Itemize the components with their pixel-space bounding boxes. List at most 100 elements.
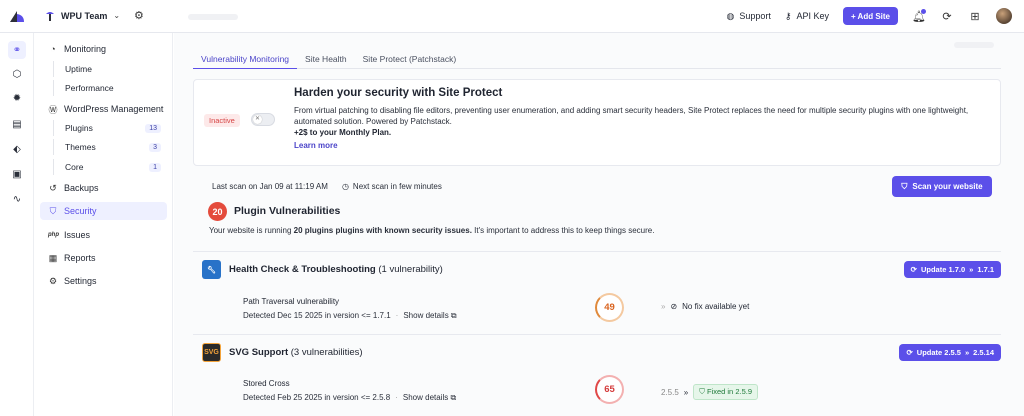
sidebar-item-wordpress-management[interactable]: Ⓦ WordPress Management <box>40 100 167 118</box>
fixed-version: 2.5.9 <box>735 387 753 396</box>
sidebar-item-settings[interactable]: ⚙ Settings <box>40 272 167 290</box>
api-key-label: API Key <box>796 11 829 21</box>
sidebar-item-core[interactable]: Core 1 <box>53 159 161 175</box>
document-icon[interactable]: ▣ <box>8 165 26 183</box>
sidebar-item-label: Reports <box>64 253 96 263</box>
sidebar-item-reports[interactable]: ▦ Reports <box>40 249 167 267</box>
vulnerability-row: Stored Cross Detected Feb 25 2025 in ver… <box>193 369 1001 411</box>
desc-bold: 20 plugins plugins with known security i… <box>293 226 472 235</box>
update-plugin-button[interactable]: ⟳ Update 1.7.0 » 1.7.1 <box>903 261 1001 278</box>
update-target-version: 2.5.14 <box>973 348 994 357</box>
site-protect-card: Inactive ✕ Harden your security with Sit… <box>193 79 1001 166</box>
vulnerability-count-badge: 20 <box>208 202 227 221</box>
external-link-icon: ⧉ <box>450 311 457 320</box>
fix-status: 2.5.5 » ⛉ Fixed in 2.5.9 <box>661 384 759 400</box>
vulnerabilities-heading: Plugin Vulnerabilities <box>234 205 341 217</box>
plugin-title: Health Check & Troubleshooting <box>229 264 376 275</box>
plugin-name: Health Check & Troubleshooting (1 vulner… <box>229 264 443 275</box>
vulnerability-name: Stored Cross <box>243 379 290 388</box>
sidebar-item-backups[interactable]: ↺ Backups <box>40 179 167 197</box>
team-switcher[interactable]: WPU Team ⌄ ⚙ <box>45 9 144 22</box>
sidebar-item-label: Settings <box>64 276 97 286</box>
gear-icon[interactable]: ⚙ <box>134 9 144 22</box>
sidebar-item-security[interactable]: ⛉ Security <box>40 202 167 220</box>
team-name: WPU Team <box>61 10 108 21</box>
scan-website-button[interactable]: ⛉ Scan your website <box>892 176 992 197</box>
update-plugin-button[interactable]: ⟳ Update 2.5.5 » 2.5.14 <box>899 344 1001 361</box>
tag-icon[interactable]: ⬖ <box>8 140 26 158</box>
sidebar-item-label: Security <box>64 206 97 216</box>
blurred-breadcrumb <box>188 14 238 20</box>
tab-site-health[interactable]: Site Health <box>297 51 355 69</box>
fix-status-text: No fix available yet <box>682 302 750 311</box>
sidebar-item-label: Plugins <box>65 123 93 133</box>
detected-text: Detected Feb 25 2025 in version <= 2.5.8 <box>243 393 391 402</box>
plugin-row: SVG SVG Support (3 vulnerabilities) ⟳ Up… <box>193 334 1001 366</box>
status-badge: Inactive <box>204 114 240 127</box>
activity-icon[interactable]: ∿ <box>8 190 26 208</box>
add-site-button[interactable]: + Add Site <box>842 7 898 25</box>
site-protect-toggle[interactable]: ✕ <box>251 113 275 126</box>
vulnerability-row: Path Traversal vulnerability Detected De… <box>193 287 1001 329</box>
tab-vulnerability-monitoring[interactable]: Vulnerability Monitoring <box>193 51 298 69</box>
icon-rail: ⚭ ⬡ ✹ ▤ ⬖ ▣ ∿ <box>0 33 34 416</box>
double-chevron-icon: » <box>969 265 974 274</box>
sidebar-item-plugins[interactable]: Plugins 13 <box>53 120 161 136</box>
tab-site-protect[interactable]: Site Protect (Patchstack) <box>355 51 465 69</box>
plugin-row: 🔧︎ Health Check & Troubleshooting (1 vul… <box>193 251 1001 283</box>
update-label: Update 2.5.5 <box>916 348 961 357</box>
fix-status: » ⊘ No fix available yet <box>661 302 749 311</box>
show-details-label: Show details <box>403 311 449 320</box>
api-key-link[interactable]: ⚷ API Key <box>785 11 829 22</box>
sidebar-item-performance[interactable]: Performance <box>53 80 161 96</box>
bell-icon[interactable]: 🔔︎ <box>912 9 926 23</box>
sidebar-item-uptime[interactable]: Uptime <box>53 61 161 77</box>
plugin-vuln-count: (1 vulnerability) <box>378 264 443 275</box>
separator: · <box>395 311 399 320</box>
learn-more-link[interactable]: Learn more <box>294 141 338 150</box>
show-details-link[interactable]: Show details ⧉ <box>403 393 456 403</box>
support-link[interactable]: ◍ Support <box>726 11 770 22</box>
gauge-icon: ◔ <box>50 44 56 54</box>
add-site-label: + Add Site <box>850 11 890 21</box>
notification-dot <box>921 9 926 14</box>
vulnerability-name: Path Traversal vulnerability <box>243 297 340 306</box>
clock-icon: ◷ <box>341 182 349 191</box>
vulnerabilities-description: Your website is running 20 plugins plugi… <box>209 226 654 235</box>
chevron-down-icon: ⌄ <box>113 11 121 20</box>
sites-icon[interactable]: ⚭ <box>8 41 26 59</box>
severity-score: 65 <box>595 375 624 404</box>
history-icon: ↺ <box>49 182 57 193</box>
separator: · <box>395 393 398 402</box>
sidebar-item-label: WordPress Management <box>64 104 164 114</box>
last-scan-text: Last scan on Jan 09 at 11:19 AM <box>212 182 328 191</box>
external-link-icon: ⧉ <box>450 393 457 402</box>
top-actions: ◍ Support ⚷ API Key + Add Site 🔔︎ ⟳ ⊞ <box>726 7 1012 25</box>
network-icon[interactable]: ⬡ <box>8 65 26 83</box>
avatar[interactable] <box>996 8 1012 24</box>
wrench-icon: 🔧︎ <box>202 260 221 279</box>
current-version: 2.5.5 <box>661 387 679 397</box>
sidebar-item-issues[interactable]: php Issues <box>40 226 167 244</box>
bug-icon[interactable]: ✹ <box>8 89 26 107</box>
gift-icon[interactable]: ⊞ <box>968 9 982 23</box>
scan-button-label: Scan your website <box>912 182 983 191</box>
shield-check-icon: ⛉ <box>699 387 705 396</box>
calendar-icon[interactable]: ▤ <box>8 115 26 133</box>
gear-icon: ⚙ <box>48 275 58 286</box>
show-details-link[interactable]: Show details ⧉ <box>403 311 456 321</box>
no-fix-icon: ⊘ <box>670 302 678 311</box>
vulnerability-meta: Detected Feb 25 2025 in version <= 2.5.8… <box>243 393 456 403</box>
update-target-version: 1.7.1 <box>977 265 994 274</box>
refresh-icon[interactable]: ⟳ <box>940 9 954 23</box>
update-label: Update 1.7.0 <box>920 265 966 274</box>
sidebar-item-themes[interactable]: Themes 3 <box>53 139 161 155</box>
key-icon: ⚷ <box>784 10 792 21</box>
tab-bar: Vulnerability Monitoring Site Health Sit… <box>193 51 1001 69</box>
desc-prefix: Your website is running <box>209 226 294 235</box>
desc-suffix: It's important to address this to keep t… <box>471 226 655 235</box>
fixed-label: Fixed in <box>706 387 734 396</box>
sidebar-item-monitoring[interactable]: ◔ Monitoring <box>40 40 167 58</box>
close-icon: ✕ <box>255 116 261 122</box>
logo-icon[interactable] <box>9 9 25 23</box>
